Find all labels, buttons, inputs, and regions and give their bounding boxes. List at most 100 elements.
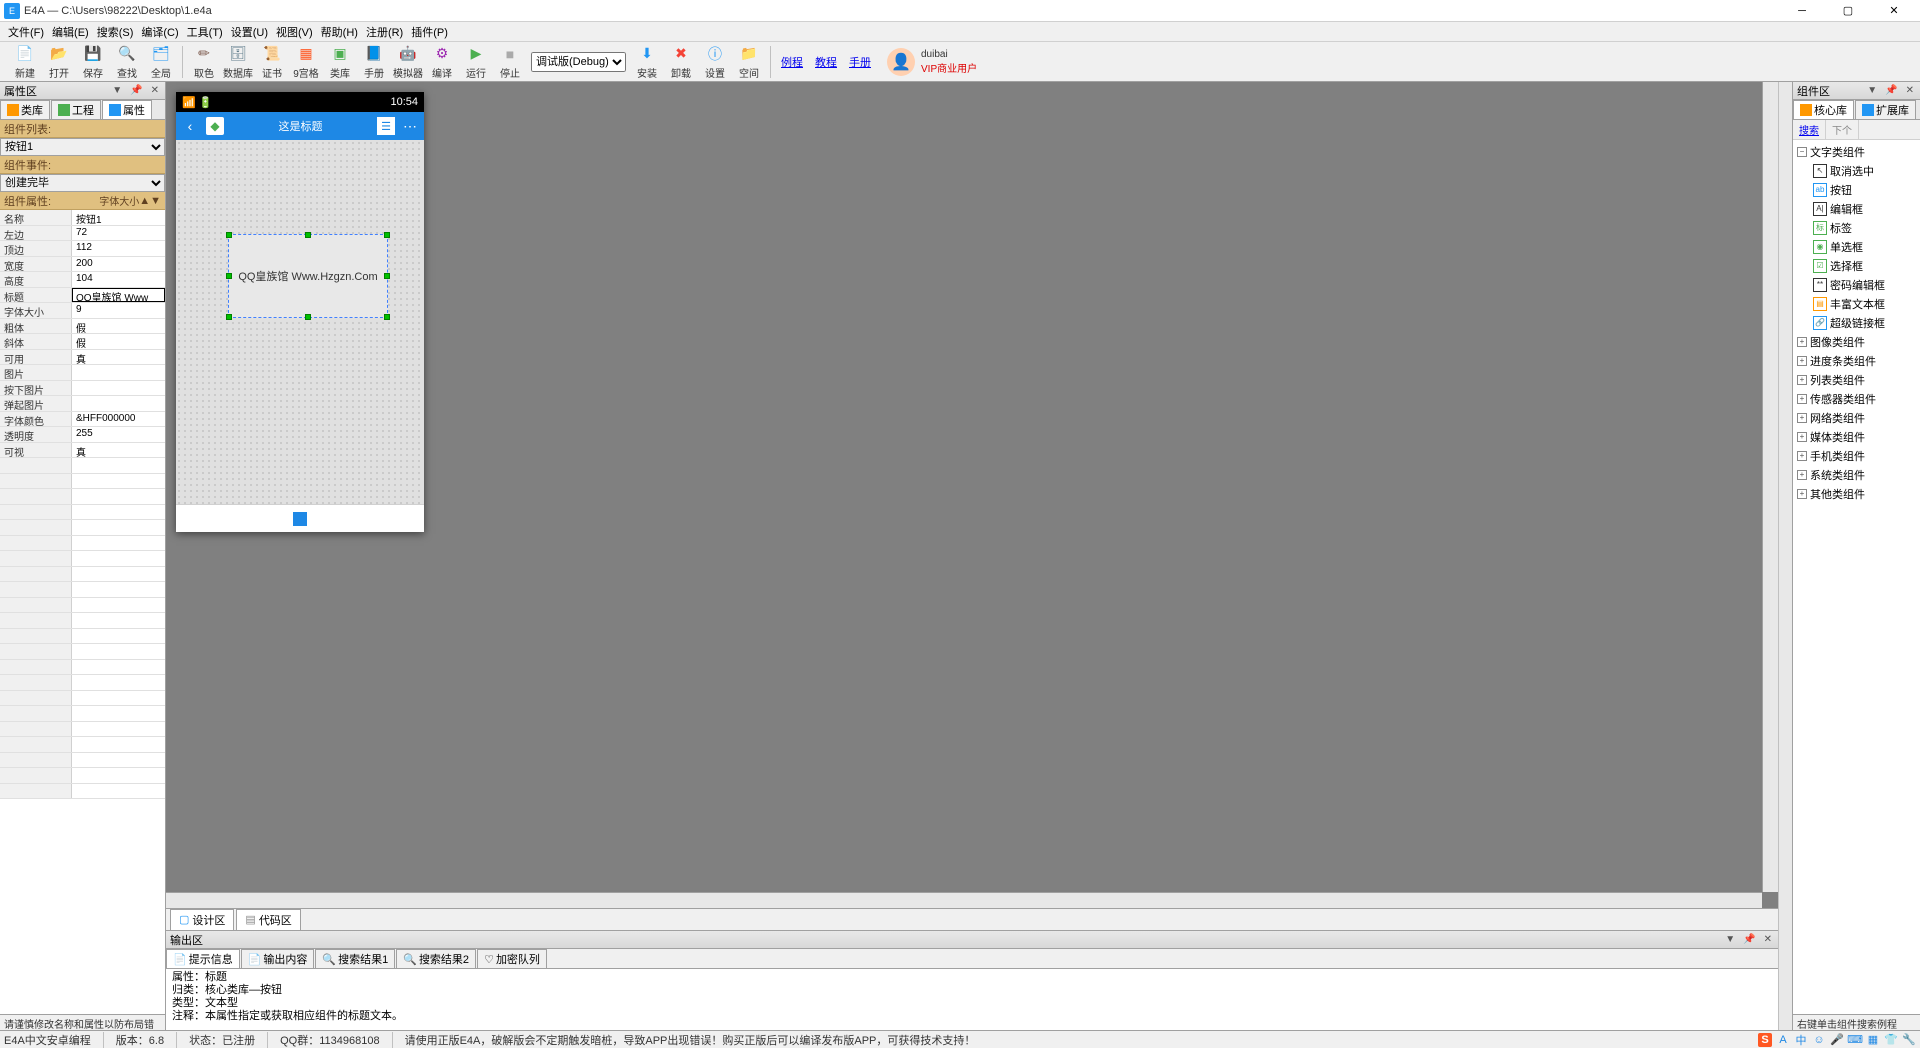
- menu-register[interactable]: 注册(R): [362, 22, 407, 42]
- menu-plugin[interactable]: 插件(P): [407, 22, 452, 42]
- output-tab-encrypt[interactable]: ♡加密队列: [477, 949, 547, 968]
- comp-close-icon[interactable]: ✕: [1904, 85, 1916, 96]
- tray-s-icon[interactable]: S: [1758, 1033, 1772, 1047]
- toolbar-btn2-2[interactable]: 📜证书: [255, 43, 289, 81]
- toolbar-btn2-9[interactable]: ■停止: [493, 43, 527, 81]
- prop-row-10[interactable]: 图片: [0, 365, 165, 381]
- output-tab-search2[interactable]: 🔍搜索结果2: [396, 949, 476, 968]
- menu-tools[interactable]: 工具(T): [183, 22, 227, 42]
- back-icon[interactable]: ‹: [182, 118, 198, 134]
- panel-pin-icon[interactable]: 📌: [128, 85, 144, 96]
- maximize-button[interactable]: ▢: [1826, 1, 1870, 21]
- tree-category-0[interactable]: −文字类组件: [1795, 142, 1918, 161]
- tree-item-0-4[interactable]: ◉单选框: [1795, 237, 1918, 256]
- toolbar-btn2-3[interactable]: ▦9宫格: [289, 43, 323, 81]
- panel-close-icon[interactable]: ✕: [149, 85, 161, 96]
- prop-row-7[interactable]: 粗体假: [0, 319, 165, 335]
- link-examples[interactable]: 例程: [781, 54, 803, 70]
- tab-code-view[interactable]: ▤代码区: [236, 909, 300, 931]
- prop-row-2[interactable]: 顶边112: [0, 241, 165, 257]
- tree-category-5[interactable]: +网络类组件: [1795, 408, 1918, 427]
- prop-down-icon[interactable]: ▼: [150, 195, 161, 207]
- prop-up-icon[interactable]: ▲: [139, 195, 150, 207]
- prop-row-3[interactable]: 宽度200: [0, 257, 165, 273]
- toolbar-btn-2[interactable]: 💾保存: [76, 43, 110, 81]
- component-next-button[interactable]: 下个: [1826, 120, 1859, 139]
- more-icon[interactable]: ⋯: [403, 118, 418, 135]
- toolbar-btn2-1[interactable]: 🗄数据库: [221, 43, 255, 81]
- comp-pin-icon[interactable]: 📌: [1883, 85, 1899, 96]
- link-manual[interactable]: 手册: [849, 54, 871, 70]
- tree-item-0-1[interactable]: ab按钮: [1795, 180, 1918, 199]
- property-grid[interactable]: 名称按钮1左边72顶边112宽度200高度104标题QQ皇族馆 Www字体大小9…: [0, 210, 165, 1014]
- design-area[interactable]: 📶 🔋 10:54 ‹ ◆ 这是标题 ☰ ⋯ QQ皇族馆 Www.Hzgzn.C…: [166, 82, 1778, 908]
- toolbar-btn-3[interactable]: 🔍查找: [110, 43, 144, 81]
- output-tab-content[interactable]: 📄输出内容: [241, 949, 315, 968]
- toolbar-btn3-0[interactable]: ⬇安装: [630, 43, 664, 81]
- toolbar-btn-0[interactable]: 📄新建: [8, 43, 42, 81]
- prop-row-9[interactable]: 可用真: [0, 350, 165, 366]
- output-tab-search1[interactable]: 🔍搜索结果1: [315, 949, 395, 968]
- output-close-icon[interactable]: ✕: [1762, 934, 1774, 945]
- close-button[interactable]: ✕: [1872, 1, 1916, 21]
- panel-dropdown-icon[interactable]: ▼: [110, 85, 124, 96]
- toolbar-btn2-7[interactable]: ⚙编译: [425, 43, 459, 81]
- prop-row-11[interactable]: 按下图片: [0, 381, 165, 397]
- tray-kbd-icon[interactable]: ⌨: [1848, 1033, 1862, 1047]
- list-icon[interactable]: ☰: [377, 117, 395, 135]
- tray-tool-icon[interactable]: 🔧: [1902, 1033, 1916, 1047]
- menu-search[interactable]: 搜索(S): [93, 22, 138, 42]
- menu-settings[interactable]: 设置(U): [227, 22, 272, 42]
- prop-row-6[interactable]: 字体大小9: [0, 303, 165, 319]
- output-pin-icon[interactable]: 📌: [1741, 934, 1757, 945]
- toolbar-btn-1[interactable]: 📂打开: [42, 43, 76, 81]
- menu-compile[interactable]: 编译(C): [137, 22, 182, 42]
- tree-item-0-7[interactable]: ▤丰富文本框: [1795, 294, 1918, 313]
- prop-row-1[interactable]: 左边72: [0, 226, 165, 242]
- toolbar-btn2-0[interactable]: ✏取色: [187, 43, 221, 81]
- toolbar-btn2-6[interactable]: 🤖模拟器: [391, 43, 425, 81]
- tab-library[interactable]: 类库: [0, 100, 50, 119]
- tray-sim-icon[interactable]: 中: [1794, 1033, 1808, 1047]
- tree-item-0-2[interactable]: A|编辑框: [1795, 199, 1918, 218]
- tab-properties[interactable]: 属性: [102, 100, 152, 119]
- tab-design-view[interactable]: ▢设计区: [170, 909, 234, 931]
- design-scroll-v[interactable]: [1762, 82, 1778, 892]
- link-tutorial[interactable]: 教程: [815, 54, 837, 70]
- prop-row-0[interactable]: 名称按钮1: [0, 210, 165, 226]
- toolbar-btn2-8[interactable]: ▶运行: [459, 43, 493, 81]
- prop-row-12[interactable]: 弹起图片: [0, 396, 165, 412]
- tab-ext-lib[interactable]: 扩展库: [1855, 100, 1916, 119]
- tab-core-lib[interactable]: 核心库: [1793, 100, 1854, 119]
- design-canvas[interactable]: QQ皇族馆 Www.Hzgzn.Com: [176, 140, 424, 504]
- output-tab-info[interactable]: 📄提示信息: [166, 949, 240, 968]
- design-scroll-h[interactable]: [166, 892, 1762, 908]
- tray-mic-icon[interactable]: 🎤: [1830, 1033, 1844, 1047]
- comp-dropdown-icon[interactable]: ▼: [1865, 85, 1879, 96]
- tree-item-0-6[interactable]: **密码编辑框: [1795, 275, 1918, 294]
- center-scroll-v[interactable]: [1778, 82, 1792, 1030]
- tray-a-icon[interactable]: A: [1776, 1033, 1790, 1047]
- component-search-button[interactable]: 搜索: [1793, 120, 1826, 139]
- tree-category-2[interactable]: +进度条类组件: [1795, 351, 1918, 370]
- toolbar-btn3-1[interactable]: ✖卸载: [664, 43, 698, 81]
- output-dropdown-icon[interactable]: ▼: [1723, 934, 1737, 945]
- tree-category-8[interactable]: +系统类组件: [1795, 465, 1918, 484]
- tree-category-4[interactable]: +传感器类组件: [1795, 389, 1918, 408]
- design-button-1[interactable]: QQ皇族馆 Www.Hzgzn.Com: [228, 234, 388, 318]
- tree-item-0-3[interactable]: 标标签: [1795, 218, 1918, 237]
- tree-category-9[interactable]: +其他类组件: [1795, 484, 1918, 503]
- toolbar-btn3-2[interactable]: ⓘ设置: [698, 43, 732, 81]
- tray-face-icon[interactable]: ☺: [1812, 1033, 1826, 1047]
- tab-project[interactable]: 工程: [51, 100, 101, 119]
- tree-category-1[interactable]: +图像类组件: [1795, 332, 1918, 351]
- menu-file[interactable]: 文件(F): [4, 22, 48, 42]
- toolbar-btn2-5[interactable]: 📘手册: [357, 43, 391, 81]
- prop-row-8[interactable]: 斜体假: [0, 334, 165, 350]
- prop-row-13[interactable]: 字体颜色&HFF000000: [0, 412, 165, 428]
- prop-row-5[interactable]: 标题QQ皇族馆 Www: [0, 288, 165, 304]
- component-list-select[interactable]: 按钮1: [0, 138, 165, 156]
- tree-item-0-8[interactable]: 🔗超级链接框: [1795, 313, 1918, 332]
- toolbar-btn2-4[interactable]: ▣类库: [323, 43, 357, 81]
- minimize-button[interactable]: ─: [1780, 1, 1824, 21]
